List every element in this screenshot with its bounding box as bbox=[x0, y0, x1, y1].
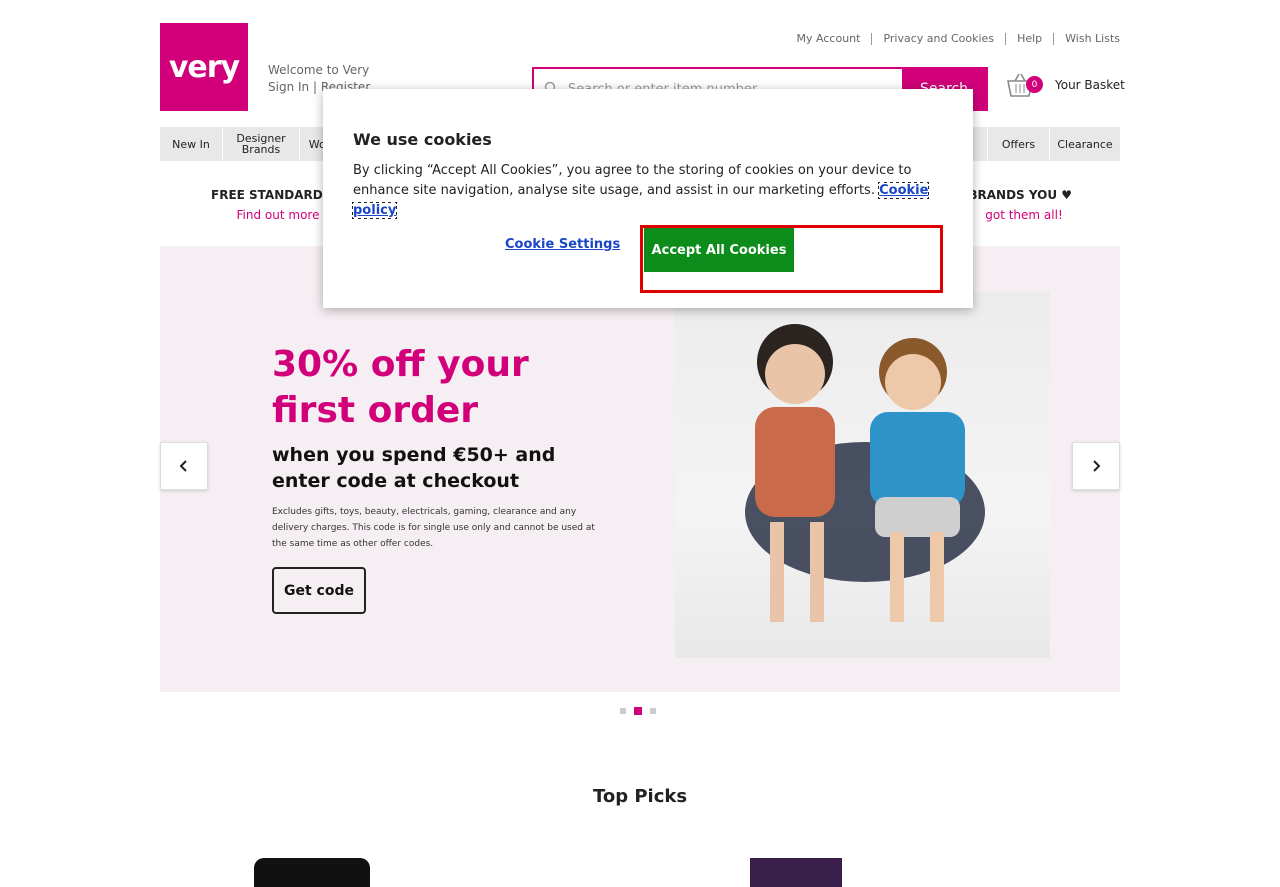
carousel-next-button[interactable] bbox=[1072, 442, 1120, 490]
separator: | bbox=[312, 80, 318, 94]
privacy-cookies-link[interactable]: Privacy and Cookies bbox=[871, 33, 1005, 45]
top-links: My Account Privacy and Cookies Help Wish… bbox=[786, 33, 1120, 45]
welcome-text: Welcome to Very bbox=[268, 63, 370, 77]
cookie-dialog-title: We use cookies bbox=[353, 130, 492, 149]
basket-label: Your Basket bbox=[1055, 78, 1125, 92]
sign-in-link[interactable]: Sign In bbox=[268, 80, 309, 94]
nav-clearance[interactable]: Clearance bbox=[1050, 127, 1120, 161]
basket[interactable]: 0 Your Basket bbox=[1006, 72, 1125, 98]
top-picks-title: Top Picks bbox=[592, 786, 688, 807]
cookie-body-text: By clicking “Accept All Cookies”, you ag… bbox=[353, 163, 912, 198]
promo-brands-link[interactable]: got them all! bbox=[976, 208, 1072, 222]
promo-brands-title: E BRANDS YOU ♥ bbox=[956, 188, 1073, 202]
product-image-phone[interactable] bbox=[254, 858, 370, 887]
page: very Welcome to Very Sign In | Register … bbox=[0, 0, 1280, 887]
cookie-dialog-body: By clicking “Accept All Cookies”, you ag… bbox=[351, 161, 943, 221]
nav-new-in[interactable]: New In bbox=[160, 127, 223, 161]
cookie-settings-button[interactable]: Cookie Settings bbox=[505, 237, 620, 252]
hero-small-print: Excludes gifts, toys, beauty, electrical… bbox=[272, 507, 595, 549]
basket-count: 0 bbox=[1026, 76, 1043, 93]
product-image-box[interactable] bbox=[750, 858, 842, 887]
carousel-prev-button[interactable] bbox=[160, 442, 208, 490]
hero-headline: 30% off your first order bbox=[272, 344, 529, 431]
highlight-box bbox=[640, 225, 943, 293]
carousel-dot[interactable] bbox=[620, 708, 626, 714]
help-link[interactable]: Help bbox=[1005, 33, 1053, 45]
carousel-dots bbox=[620, 707, 656, 715]
hero-subhead: when you spend €50+ and enter code at ch… bbox=[272, 444, 556, 492]
nav-offers[interactable]: Offers bbox=[988, 127, 1050, 161]
very-logo[interactable]: very bbox=[160, 23, 248, 111]
nav-designer-brands[interactable]: Designer Brands bbox=[223, 127, 300, 161]
chevron-left-icon bbox=[179, 460, 187, 472]
hero-photo bbox=[675, 292, 1050, 658]
carousel-dot-active[interactable] bbox=[634, 707, 642, 715]
hero-banner[interactable]: 30% off your first order when you spend … bbox=[160, 246, 1120, 692]
promo-brands: E BRANDS YOU ♥ got them all! bbox=[956, 188, 1072, 222]
get-code-button[interactable]: Get code bbox=[272, 567, 366, 614]
wish-lists-link[interactable]: Wish Lists bbox=[1053, 33, 1120, 45]
carousel-dot[interactable] bbox=[650, 708, 656, 714]
chevron-right-icon bbox=[1093, 460, 1101, 472]
my-account-link[interactable]: My Account bbox=[786, 33, 872, 45]
